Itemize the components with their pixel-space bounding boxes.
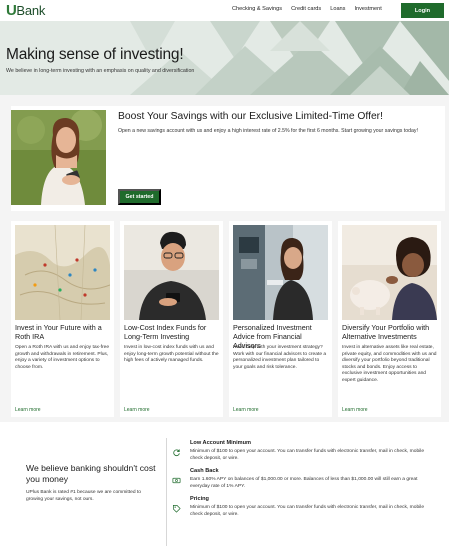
tag-icon	[172, 504, 181, 513]
top-nav: U Bank Checking & Savings Credit cards L…	[0, 0, 449, 21]
card-image-child-piggy-bank	[342, 225, 437, 320]
card-image-man-with-phone	[124, 225, 219, 320]
get-started-button[interactable]: Get started	[118, 189, 161, 205]
learn-more-link[interactable]: Learn more	[124, 407, 150, 413]
card-text: Invest in alternative assets like real e…	[342, 345, 437, 383]
logo[interactable]: U Bank	[6, 2, 45, 19]
nav-link-investment[interactable]: Investment	[354, 6, 381, 12]
hero-subtitle: We believe in long-term investing with a…	[6, 68, 195, 74]
card-text: Open a Roth IRA with us and enjoy tax-fr…	[15, 345, 110, 370]
feature-text: Earn 1.60% APY on balances of $1,000.00 …	[190, 477, 418, 489]
hero-banner: Making sense of investing! We believe in…	[0, 21, 449, 95]
nav-links: Checking & Savings Credit cards Loans In…	[232, 6, 382, 12]
card-roth-ira: Invest in Your Future with a Roth IRA Op…	[11, 221, 114, 417]
refresh-icon	[173, 449, 180, 457]
feature-title: Cash Back	[190, 468, 219, 474]
feature-title: Pricing	[190, 496, 209, 502]
card-financial-advisors: Personalized Investment Advice from Fina…	[229, 221, 332, 417]
hero-title: Making sense of investing!	[6, 46, 184, 63]
learn-more-link[interactable]: Learn more	[342, 407, 368, 413]
card-text: Invest in low-cost index funds with us a…	[124, 345, 219, 364]
nav-link-loans[interactable]: Loans	[330, 6, 345, 12]
cash-icon	[172, 477, 181, 484]
card-image-woman-at-atm	[233, 225, 328, 320]
card-title: Diversify Your Portfolio with Alternativ…	[342, 323, 430, 341]
feature-text: Minimum of $100 to open your account. Yo…	[190, 449, 425, 461]
learn-more-link[interactable]: Learn more	[15, 407, 41, 413]
nav-link-checking-savings[interactable]: Checking & Savings	[232, 6, 282, 12]
benefits-text: UPlus Bank is rated #1 because we are co…	[26, 490, 141, 502]
promo-title: Boost Your Savings with our Exclusive Li…	[118, 111, 383, 122]
feature-text: Minimum of $100 to open your account. Yo…	[190, 505, 425, 517]
promo-image-woman-with-phone	[11, 110, 106, 205]
logo-bank: Bank	[16, 3, 46, 18]
card-title: Invest in Your Future with a Roth IRA	[15, 323, 102, 341]
feature-title: Low Account Minimum	[190, 440, 252, 446]
login-button[interactable]: Login	[401, 3, 444, 18]
benefits-heading: We believe banking shouldn't cost you mo…	[26, 463, 156, 484]
logo-u: U	[6, 2, 17, 19]
promo-text: Open a new savings account with us and e…	[118, 128, 418, 134]
learn-more-link[interactable]: Learn more	[233, 407, 259, 413]
card-index-funds: Low-Cost Index Funds for Long-Term Inves…	[120, 221, 223, 417]
card-text: Need help with your investment strategy?…	[233, 345, 327, 370]
nav-link-credit-cards[interactable]: Credit cards	[291, 6, 321, 12]
divider	[166, 438, 167, 546]
card-alternative-investments: Diversify Your Portfolio with Alternativ…	[338, 221, 441, 417]
card-image-map	[15, 225, 110, 320]
card-title: Low-Cost Index Funds for Long-Term Inves…	[124, 323, 207, 341]
